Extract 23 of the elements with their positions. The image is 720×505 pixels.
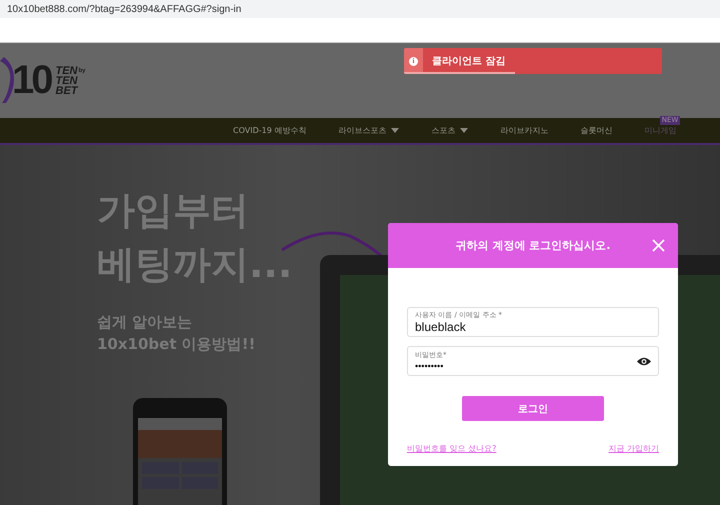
hero-headline: 가입부터 bbox=[97, 187, 249, 234]
logo-word: BET bbox=[56, 86, 80, 96]
logo-word: TEN bbox=[56, 66, 78, 76]
logo-word: TEN bbox=[56, 76, 78, 86]
register-link[interactable]: 지금 가입하기 bbox=[608, 443, 659, 454]
logo-swoosh-icon bbox=[0, 56, 14, 104]
password-input[interactable]: ••••••••• bbox=[415, 360, 637, 372]
toast-message: 클라이언트 잠김 bbox=[432, 55, 506, 68]
nav-item[interactable]: 슬롯머신 bbox=[580, 125, 612, 136]
eye-icon[interactable] bbox=[637, 356, 651, 366]
nav-item[interactable]: 스포츠 bbox=[431, 125, 468, 136]
dialog-title: 귀하의 계정에 로그인하십시오. bbox=[456, 238, 610, 253]
close-icon[interactable] bbox=[652, 239, 665, 252]
logo-number: 10 bbox=[12, 58, 50, 103]
hero-headline: 베팅까지... bbox=[97, 241, 292, 288]
url-text[interactable]: 10x10bet888.com/?btag=263994&AFFAGG#?sign-in bbox=[7, 4, 242, 14]
nav-item[interactable]: 라이브카지노 bbox=[500, 125, 548, 136]
username-input[interactable]: blueblack bbox=[415, 320, 651, 334]
nav-item[interactable]: 라이브스포츠 bbox=[338, 125, 400, 136]
login-button[interactable]: 로그인 bbox=[462, 396, 604, 421]
nav-item[interactable]: COVID-19 예방수칙 bbox=[233, 125, 306, 136]
hero-subtitle: 쉽게 알아보는 bbox=[97, 312, 192, 333]
forgot-password-link[interactable]: 비밀번호를 잊으 셨나요? bbox=[407, 443, 496, 454]
